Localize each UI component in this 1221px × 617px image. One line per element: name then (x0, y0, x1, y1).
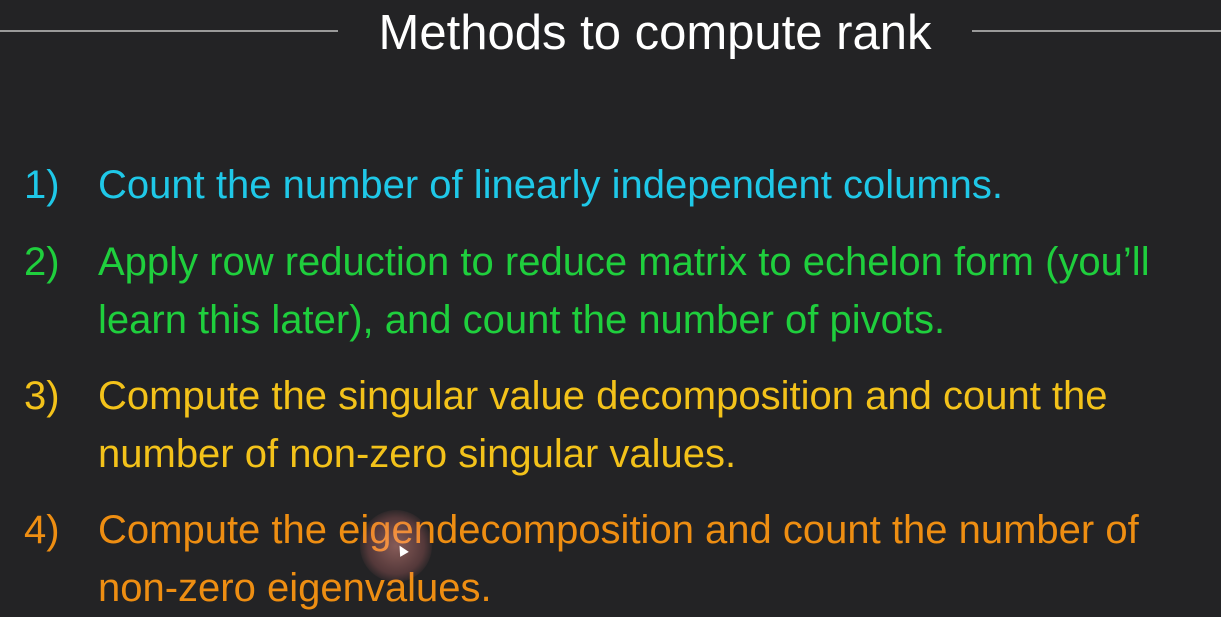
title-rule-right (972, 30, 1221, 32)
list-item-line: non-zero eigenvalues. (98, 566, 492, 610)
list-item-4: 4) Compute the eigendecomposition and co… (24, 501, 1214, 617)
slide-title: Methods to compute rank (378, 6, 932, 60)
list-item-line: Count the number of linearly independent… (98, 163, 1003, 207)
list-item-line: Apply row reduction to reduce matrix to … (98, 240, 1150, 284)
list-item-number: 3) (24, 374, 60, 418)
slide: Methods to compute rank 1) Count the num… (0, 0, 1221, 617)
list-item-text: Count the number of linearly independent… (98, 156, 1214, 214)
list-item-2: 2) Apply row reduction to reduce matrix … (24, 233, 1214, 349)
list-item-number: 1) (24, 163, 60, 207)
list-item-line: number of non-zero singular values. (98, 432, 737, 476)
cursor-highlight (360, 510, 432, 582)
list-item-number: 4) (24, 508, 60, 552)
list-item-3: 3) Compute the singular value decomposit… (24, 367, 1214, 483)
list-item-text: Apply row reduction to reduce matrix to … (98, 233, 1214, 349)
list-item-text: Compute the eigendecomposition and count… (98, 501, 1214, 617)
list-item-text: Compute the singular value decomposition… (98, 367, 1214, 483)
title-rule-left (0, 30, 338, 32)
list-item-line: learn this later), and count the number … (98, 298, 946, 342)
list-item-line: Compute the singular value decomposition… (98, 374, 1108, 418)
list-item-line: Compute the eigendecomposition and count… (98, 508, 1139, 552)
list-item-number: 2) (24, 240, 60, 284)
list-item-1: 1) Count the number of linearly independ… (24, 156, 1214, 214)
